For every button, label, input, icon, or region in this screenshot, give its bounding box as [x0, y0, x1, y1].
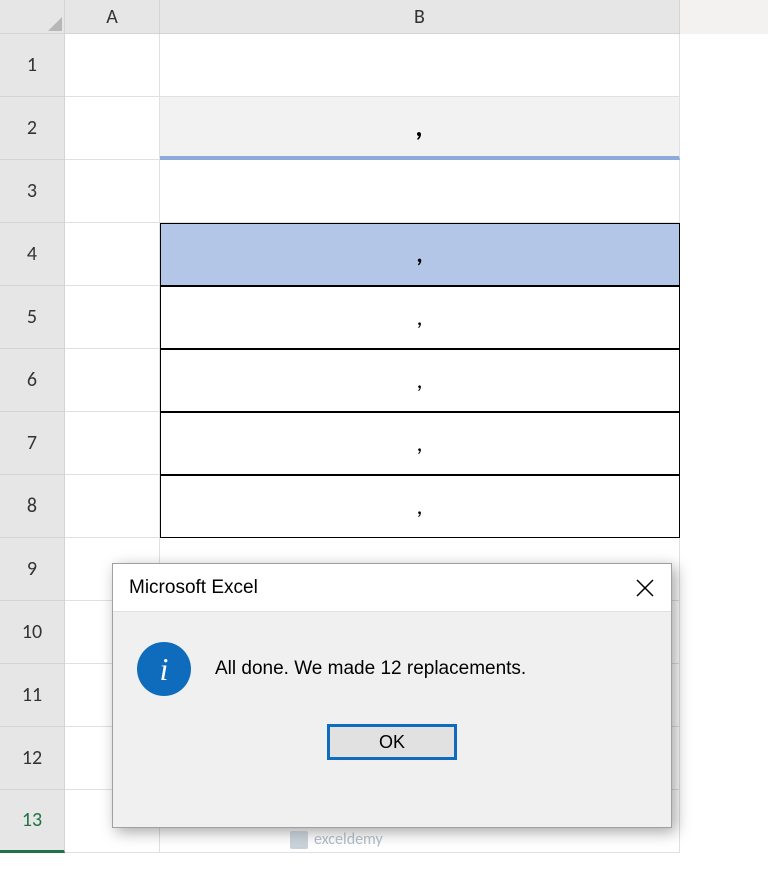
column-header-A[interactable]: A	[65, 0, 160, 34]
cell-B5[interactable]: ,	[160, 286, 680, 349]
row-header-5[interactable]: 5	[0, 286, 65, 349]
dialog-content: i All done. We made 12 replacements.	[113, 612, 671, 706]
info-icon: i	[137, 642, 191, 696]
cell-B3[interactable]	[160, 160, 680, 223]
row-3: 3	[0, 160, 768, 223]
cell-A2[interactable]	[65, 97, 160, 160]
row-header-6[interactable]: 6	[0, 349, 65, 412]
dialog-titlebar[interactable]: Microsoft Excel	[113, 564, 671, 612]
dialog-message: All done. We made 12 replacements.	[215, 658, 526, 680]
watermark-logo-icon	[290, 831, 308, 849]
cell-A3[interactable]	[65, 160, 160, 223]
row-2: 2 ,	[0, 97, 768, 160]
row-header-13[interactable]: 13	[0, 790, 65, 853]
ok-button[interactable]: OK	[327, 724, 457, 760]
row-6: 6 ,	[0, 349, 768, 412]
select-all-triangle-icon	[48, 17, 62, 31]
spreadsheet-grid: A B 1 2 , 3 4 , 5 , 6 , 7 , 8 ,	[0, 0, 768, 876]
row-header-7[interactable]: 7	[0, 412, 65, 475]
dialog-title: Microsoft Excel	[129, 577, 258, 599]
row-8: 8 ,	[0, 475, 768, 538]
row-header-12[interactable]: 12	[0, 727, 65, 790]
cell-A6[interactable]	[65, 349, 160, 412]
dialog-body: i All done. We made 12 replacements. OK	[113, 612, 671, 827]
cell-A8[interactable]	[65, 475, 160, 538]
cell-B4-table-header[interactable]: ,	[160, 223, 680, 286]
row-header-10[interactable]: 10	[0, 601, 65, 664]
row-5: 5 ,	[0, 286, 768, 349]
row-1: 1	[0, 34, 768, 97]
row-header-8[interactable]: 8	[0, 475, 65, 538]
cell-A1[interactable]	[65, 34, 160, 97]
dialog-close-button[interactable]	[619, 564, 671, 612]
row-header-9[interactable]: 9	[0, 538, 65, 601]
row-7: 7 ,	[0, 412, 768, 475]
row-header-11[interactable]: 11	[0, 664, 65, 727]
close-icon	[636, 579, 654, 597]
row-header-4[interactable]: 4	[0, 223, 65, 286]
cell-B7[interactable]: ,	[160, 412, 680, 475]
column-headers-row: A B	[0, 0, 768, 34]
row-header-3[interactable]: 3	[0, 160, 65, 223]
row-header-1[interactable]: 1	[0, 34, 65, 97]
watermark: exceldemy	[290, 830, 383, 849]
dialog-button-row: OK	[113, 706, 671, 784]
cell-B6[interactable]: ,	[160, 349, 680, 412]
cell-B1[interactable]	[160, 34, 680, 97]
row-4: 4 ,	[0, 223, 768, 286]
column-header-B[interactable]: B	[160, 0, 680, 34]
select-all-corner[interactable]	[0, 0, 65, 34]
cell-A5[interactable]	[65, 286, 160, 349]
cell-B8[interactable]: ,	[160, 475, 680, 538]
cell-A4[interactable]	[65, 223, 160, 286]
cell-A7[interactable]	[65, 412, 160, 475]
row-header-2[interactable]: 2	[0, 97, 65, 160]
message-dialog: Microsoft Excel i All done. We made 12 r…	[112, 563, 672, 828]
cell-B2-title[interactable]: ,	[160, 97, 680, 160]
watermark-text: exceldemy	[314, 830, 383, 849]
